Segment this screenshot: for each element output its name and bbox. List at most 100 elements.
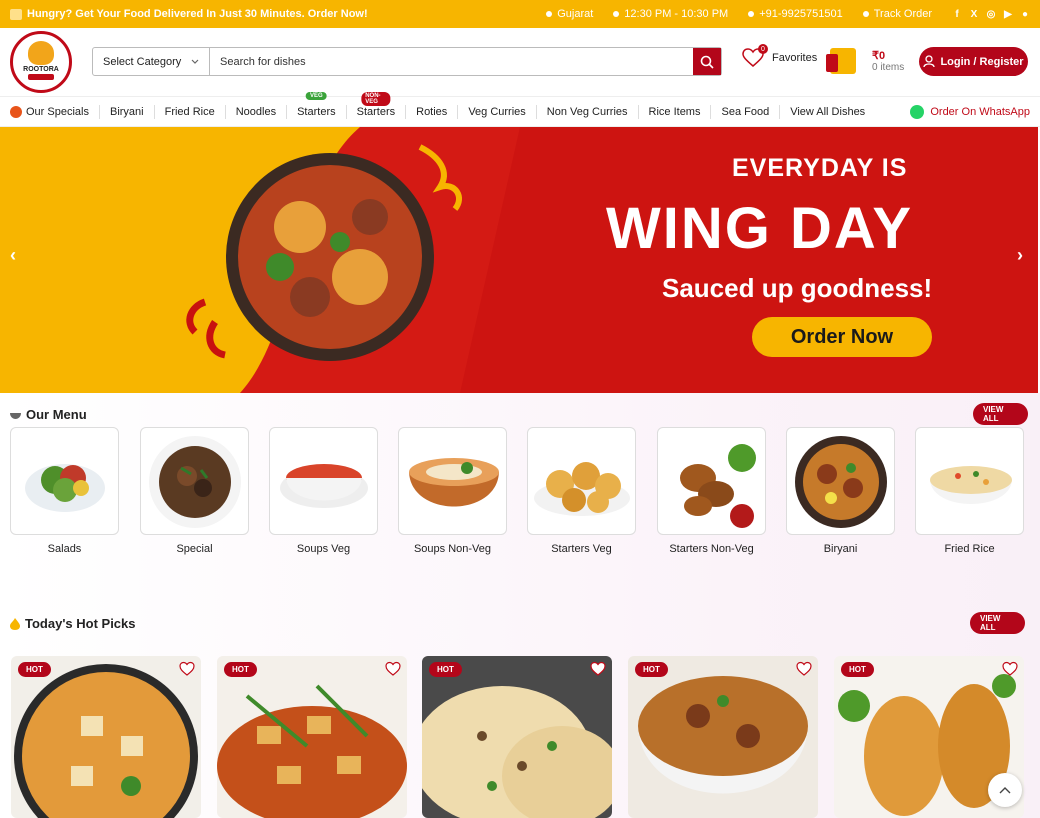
cart-link[interactable]: ₹0 0 items [826,48,904,74]
menu-item-fried-rice[interactable]: Fried Rice [915,427,1024,555]
delivery-icon [10,8,22,20]
hours: 12:30 PM - 10:30 PM [613,8,728,20]
nav-label: Roties [416,105,448,118]
menu-item-soups-non-veg[interactable]: Soups Non-Veg [398,427,507,555]
nav-item-biryani[interactable]: Biryani [98,104,154,119]
nav-item-view-all-dishes[interactable]: View All Dishes [779,104,875,119]
hot-picks-title: Today's Hot Picks [25,616,136,631]
favorites-link[interactable]: 0 Favorites [742,44,817,68]
promo-message: Hungry? Get Your Food Delivered In Just … [10,8,368,20]
login-button[interactable]: Login / Register [919,47,1028,76]
dish-image [11,656,201,818]
specials-icon [10,105,22,118]
track-order-link[interactable]: Track Order [862,8,932,20]
non-veg-tag: NON-VEG [361,91,391,106]
category-select[interactable]: Select Category [93,48,210,75]
flame-icon [10,617,20,630]
phone-icon [748,11,755,17]
our-menu-title: Our Menu [26,407,87,422]
hot-badge: HOT [635,662,668,677]
hero-subtitle: Sauced up goodness! [662,273,933,303]
hero-line1: EVERYDAY IS [732,154,908,182]
favorite-heart-icon[interactable] [796,661,812,677]
cart-summary: ₹0 0 items [872,49,904,73]
promo-text: Hungry? Get Your Food Delivered In Just … [27,8,368,20]
x-icon[interactable]: X [969,9,979,20]
nav-item-our-specials[interactable]: Our Specials [10,105,99,119]
facebook-icon[interactable]: f [952,9,962,20]
hot-badge: HOT [429,662,462,677]
hot-badge: HOT [18,662,51,677]
hero-banner[interactable]: ‹ › EVERYDAY IS WING DAY Sauced up goodn… [0,127,1038,393]
menu-item-label: Salads [47,543,82,555]
menu-item-starters-veg[interactable]: Starters Veg [527,427,636,555]
heart-icon: 0 [742,44,768,68]
next-slide-arrow[interactable]: › [1017,245,1023,266]
nav-label: Rice Items [648,105,701,118]
veg-tag: VEG [306,91,327,100]
menu-item-salads[interactable]: Salads [10,427,119,555]
pinterest-icon[interactable]: ● [1020,9,1030,20]
instagram-icon[interactable]: ◎ [986,9,996,20]
rooster-icon [28,40,54,65]
menu-item-image [140,427,249,535]
chevron-down-icon [191,59,199,64]
hot-pick-card[interactable]: HOT [628,656,818,818]
nav-item-sea-food[interactable]: Sea Food [710,104,779,119]
favorite-heart-icon[interactable] [1002,661,1018,677]
menu-item-starters-non-veg[interactable]: Starters Non-Veg [657,427,766,555]
social-links: f X ◎ ▶ ● [952,9,1030,20]
nav-label: Starters [297,105,336,118]
nav-label: Fried Rice [164,105,215,118]
scroll-to-top-button[interactable] [988,773,1022,807]
menu-item-image [269,427,378,535]
favorite-heart-icon[interactable] [385,661,401,677]
logo[interactable]: ROOTORA [10,31,72,93]
favorite-heart-icon[interactable] [179,661,195,677]
nav-item-noodles[interactable]: Noodles [224,104,286,119]
hero-order-now-button[interactable]: Order Now [752,317,932,357]
search-input[interactable] [210,48,693,75]
nav-item-fried-rice[interactable]: Fried Rice [153,104,225,119]
menu-item-image [527,427,636,535]
hot-picks-heading: Today's Hot Picks [10,616,136,631]
nav-label: Sea Food [721,105,770,118]
nav-item-roties[interactable]: Roties [405,104,457,119]
hot-pick-card[interactable]: HOT [422,656,612,818]
menu-item-biryani[interactable]: Biryani [786,427,895,555]
menu-item-soups-veg[interactable]: Soups Veg [269,427,378,555]
nav-item-veg-curries[interactable]: Veg Curries [457,104,535,119]
nav-item-non-veg-curries[interactable]: Non Veg Curries [535,104,638,119]
search-button[interactable] [693,48,721,75]
header: ROOTORA Select Category 0 Favorites ₹0 0… [0,28,1040,96]
our-menu-heading: Our Menu [10,407,87,422]
nav-item-starters-veg[interactable]: VEG Starters [286,91,346,119]
menu-item-image [398,427,507,535]
chevron-up-icon [999,787,1011,794]
hero-line2: WING DAY [606,196,914,261]
category-nav: Our Specials Biryani Fried Rice Noodles … [0,91,1040,127]
location-text: Gujarat [557,8,594,20]
youtube-icon[interactable]: ▶ [1003,9,1013,20]
track-order-text: Track Order [873,8,932,20]
nav-item-rice-items[interactable]: Rice Items [637,104,711,119]
whatsapp-order-link[interactable]: Order On WhatsApp [910,104,1030,119]
top-bar-info: Gujarat 12:30 PM - 10:30 PM +91-99257515… [546,8,1030,20]
nav-label: Veg Curries [468,105,526,118]
menu-item-label: Soups Veg [296,543,351,555]
hot-pick-card[interactable]: HOT [217,656,407,818]
menu-item-special[interactable]: Special [140,427,249,555]
favorite-heart-icon[interactable] [590,661,606,677]
menu-item-label: Special [176,543,213,555]
menu-item-image [786,427,895,535]
menu-view-all-button[interactable]: VIEW ALL [973,403,1028,425]
hot-picks-view-all-button[interactable]: VIEW ALL [970,612,1025,634]
prev-slide-arrow[interactable]: ‹ [10,245,16,266]
location: Gujarat [546,8,593,20]
phone-link[interactable]: +91-9925751501 [748,8,843,20]
hot-pick-card[interactable]: HOT [11,656,201,818]
search-icon [700,55,714,69]
location-icon [546,11,553,17]
nav-item-starters-non-veg[interactable]: NON-VEG Starters [345,91,406,119]
category-select-label: Select Category [103,55,182,68]
